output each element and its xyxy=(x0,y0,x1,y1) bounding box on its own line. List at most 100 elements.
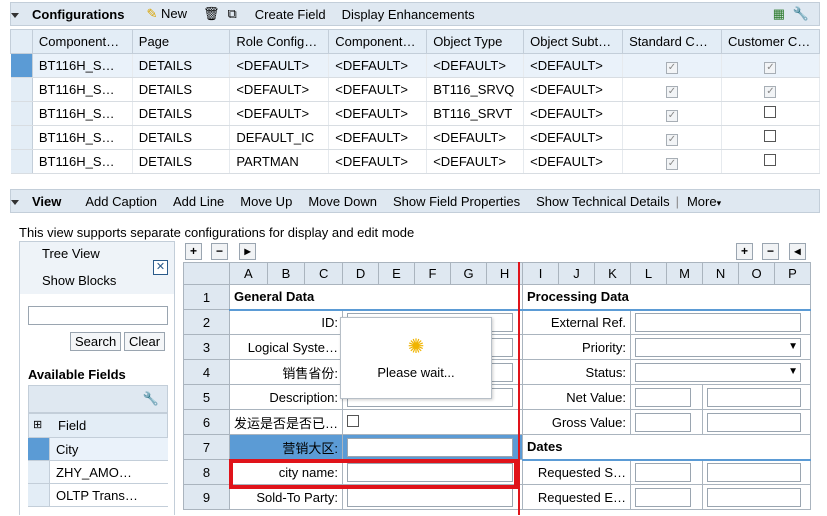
field-value-cell[interactable] xyxy=(702,409,812,435)
column-header[interactable]: Role Config… xyxy=(229,29,330,54)
row-number[interactable]: 1 xyxy=(183,284,230,310)
table-row[interactable]: BT116H_S… DETAILS <DEFAULT> <DEFAULT> BT116_… xyxy=(10,101,821,126)
grid-row[interactable]: 7 营销大区: Dates xyxy=(183,434,812,461)
column-header[interactable]: Page xyxy=(131,29,231,54)
field-value-cell[interactable] xyxy=(630,484,704,510)
field-label[interactable]: Description: xyxy=(228,384,344,410)
field-list-item[interactable]: City xyxy=(28,438,168,461)
field-value-cell[interactable] xyxy=(702,459,812,485)
close-icon[interactable]: ✕ xyxy=(153,260,168,275)
row-selector[interactable] xyxy=(10,125,33,150)
field-value-cell[interactable] xyxy=(630,384,704,410)
row-number[interactable]: 8 xyxy=(183,459,230,485)
tree-view-link[interactable]: Tree View xyxy=(42,246,100,261)
row-selector[interactable] xyxy=(10,101,33,126)
move-down-button[interactable]: Move Down xyxy=(308,194,377,209)
row-number[interactable]: 2 xyxy=(183,309,230,335)
field-input[interactable] xyxy=(635,312,802,332)
table-row[interactable]: BT116H_S… DETAILS <DEFAULT> <DEFAULT> BT116_… xyxy=(10,77,821,102)
field-list-item[interactable]: ZHY_AMO… xyxy=(28,461,168,484)
field-input[interactable] xyxy=(707,387,802,407)
field-label[interactable]: External Ref. xyxy=(522,309,632,335)
clear-button[interactable]: Clear xyxy=(124,332,166,351)
row-selector[interactable] xyxy=(10,77,33,102)
row-number[interactable]: 5 xyxy=(183,384,230,410)
field-input[interactable] xyxy=(635,462,692,482)
row-selector[interactable] xyxy=(10,149,33,174)
field-label[interactable]: 销售省份: xyxy=(228,359,344,385)
row-selector[interactable] xyxy=(10,53,33,78)
field-input[interactable]: ▼ xyxy=(635,337,802,357)
row-number[interactable]: 3 xyxy=(183,334,230,360)
field-value-cell[interactable] xyxy=(342,409,524,435)
field-input[interactable] xyxy=(347,487,514,507)
field-value-cell[interactable] xyxy=(630,459,704,485)
settings-wrench-icon[interactable]: 🔧 xyxy=(143,391,159,407)
grid-row[interactable]: 1 General Data Processing Data xyxy=(183,284,812,311)
field-column-header[interactable]: ⊞ Field xyxy=(28,413,168,438)
column-header[interactable]: Component… xyxy=(31,29,133,54)
new-button[interactable]: ✎ New xyxy=(146,6,187,22)
select-all-cell[interactable] xyxy=(10,29,33,54)
dropdown-arrow-icon[interactable]: ▼ xyxy=(788,366,798,377)
field-label[interactable]: Requested S… xyxy=(522,459,632,485)
show-blocks-link[interactable]: Show Blocks xyxy=(42,273,116,288)
row-number[interactable]: 4 xyxy=(183,359,230,385)
field-value-cell[interactable] xyxy=(702,484,812,510)
field-label[interactable]: Net Value: xyxy=(522,384,632,410)
remove-icon[interactable]: − xyxy=(211,243,228,260)
search-button[interactable]: Search xyxy=(70,332,122,351)
show-field-properties-button[interactable]: Show Field Properties xyxy=(393,194,520,209)
row-number[interactable]: 9 xyxy=(183,484,230,510)
field-input[interactable] xyxy=(635,412,692,432)
grid-row[interactable]: 4 销售省份: Status: ▼ xyxy=(183,359,812,385)
grid-row[interactable]: 5 Description: Net Value: xyxy=(183,384,812,410)
remove-icon[interactable]: − xyxy=(762,243,779,260)
field-value-cell[interactable] xyxy=(342,434,524,460)
show-technical-details-button[interactable]: Show Technical Details xyxy=(536,194,669,209)
field-label[interactable]: Status: xyxy=(522,359,632,385)
field-value-cell[interactable] xyxy=(630,309,812,335)
field-value-cell[interactable]: ▼ xyxy=(630,359,812,385)
delete-icon[interactable]: 🗑 xyxy=(203,6,220,22)
field-label[interactable]: 发运是否是否已… xyxy=(228,409,344,435)
more-menu-button[interactable]: More▾ xyxy=(687,194,721,209)
field-value-cell[interactable]: ▼ xyxy=(630,334,812,360)
field-input[interactable] xyxy=(707,487,802,507)
field-label[interactable]: Requested E… xyxy=(522,484,632,510)
grid-row[interactable]: 2 ID: External Ref. xyxy=(183,309,812,335)
field-label[interactable]: Logical Syste… xyxy=(228,334,344,360)
add-line-button[interactable]: Add Line xyxy=(173,194,224,209)
move-up-button[interactable]: Move Up xyxy=(240,194,292,209)
column-header[interactable]: Object Subt… xyxy=(523,29,624,54)
collapse-icon[interactable] xyxy=(11,194,24,209)
table-row[interactable]: BT116H_S… DETAILS DEFAULT_IC <DEFAULT> <DEFA… xyxy=(10,125,821,150)
checkbox[interactable] xyxy=(347,414,360,427)
row-number[interactable]: 6 xyxy=(183,409,230,435)
field-label[interactable]: ID: xyxy=(228,309,344,335)
field-label[interactable]: Gross Value: xyxy=(522,409,632,435)
arrow-right-icon[interactable]: ▸ xyxy=(239,243,256,260)
add-caption-button[interactable]: Add Caption xyxy=(85,194,157,209)
add-icon[interactable]: + xyxy=(736,243,753,260)
grid-row[interactable]: 6 发运是否是否已… Gross Value: xyxy=(183,409,812,435)
field-search-input[interactable] xyxy=(28,306,168,325)
table-row[interactable]: BT116H_S… DETAILS PARTMAN <DEFAULT> <DEFAULT… xyxy=(10,149,821,174)
grid-row[interactable]: 3 Logical Syste… Priority: ▼ xyxy=(183,334,812,360)
arrow-left-icon[interactable]: ◂ xyxy=(789,243,806,260)
field-value-cell[interactable] xyxy=(630,409,704,435)
collapse-icon[interactable] xyxy=(11,7,24,22)
field-input[interactable] xyxy=(635,487,692,507)
field-input[interactable] xyxy=(707,462,802,482)
field-value-cell[interactable] xyxy=(702,384,812,410)
add-icon[interactable]: + xyxy=(185,243,202,260)
column-header[interactable]: Object Type xyxy=(426,29,525,54)
column-header[interactable]: Customer C… xyxy=(720,29,821,54)
column-header[interactable]: Standard C… xyxy=(622,29,722,54)
export-icon[interactable]: ▦ xyxy=(773,6,785,22)
display-enhancements-button[interactable]: Display Enhancements xyxy=(342,7,475,22)
field-list-item[interactable]: OLTP Trans… xyxy=(28,484,168,507)
create-field-button[interactable]: Create Field xyxy=(255,7,326,22)
settings-wrench-icon[interactable]: 🔧 xyxy=(793,6,809,22)
field-input[interactable] xyxy=(707,412,802,432)
